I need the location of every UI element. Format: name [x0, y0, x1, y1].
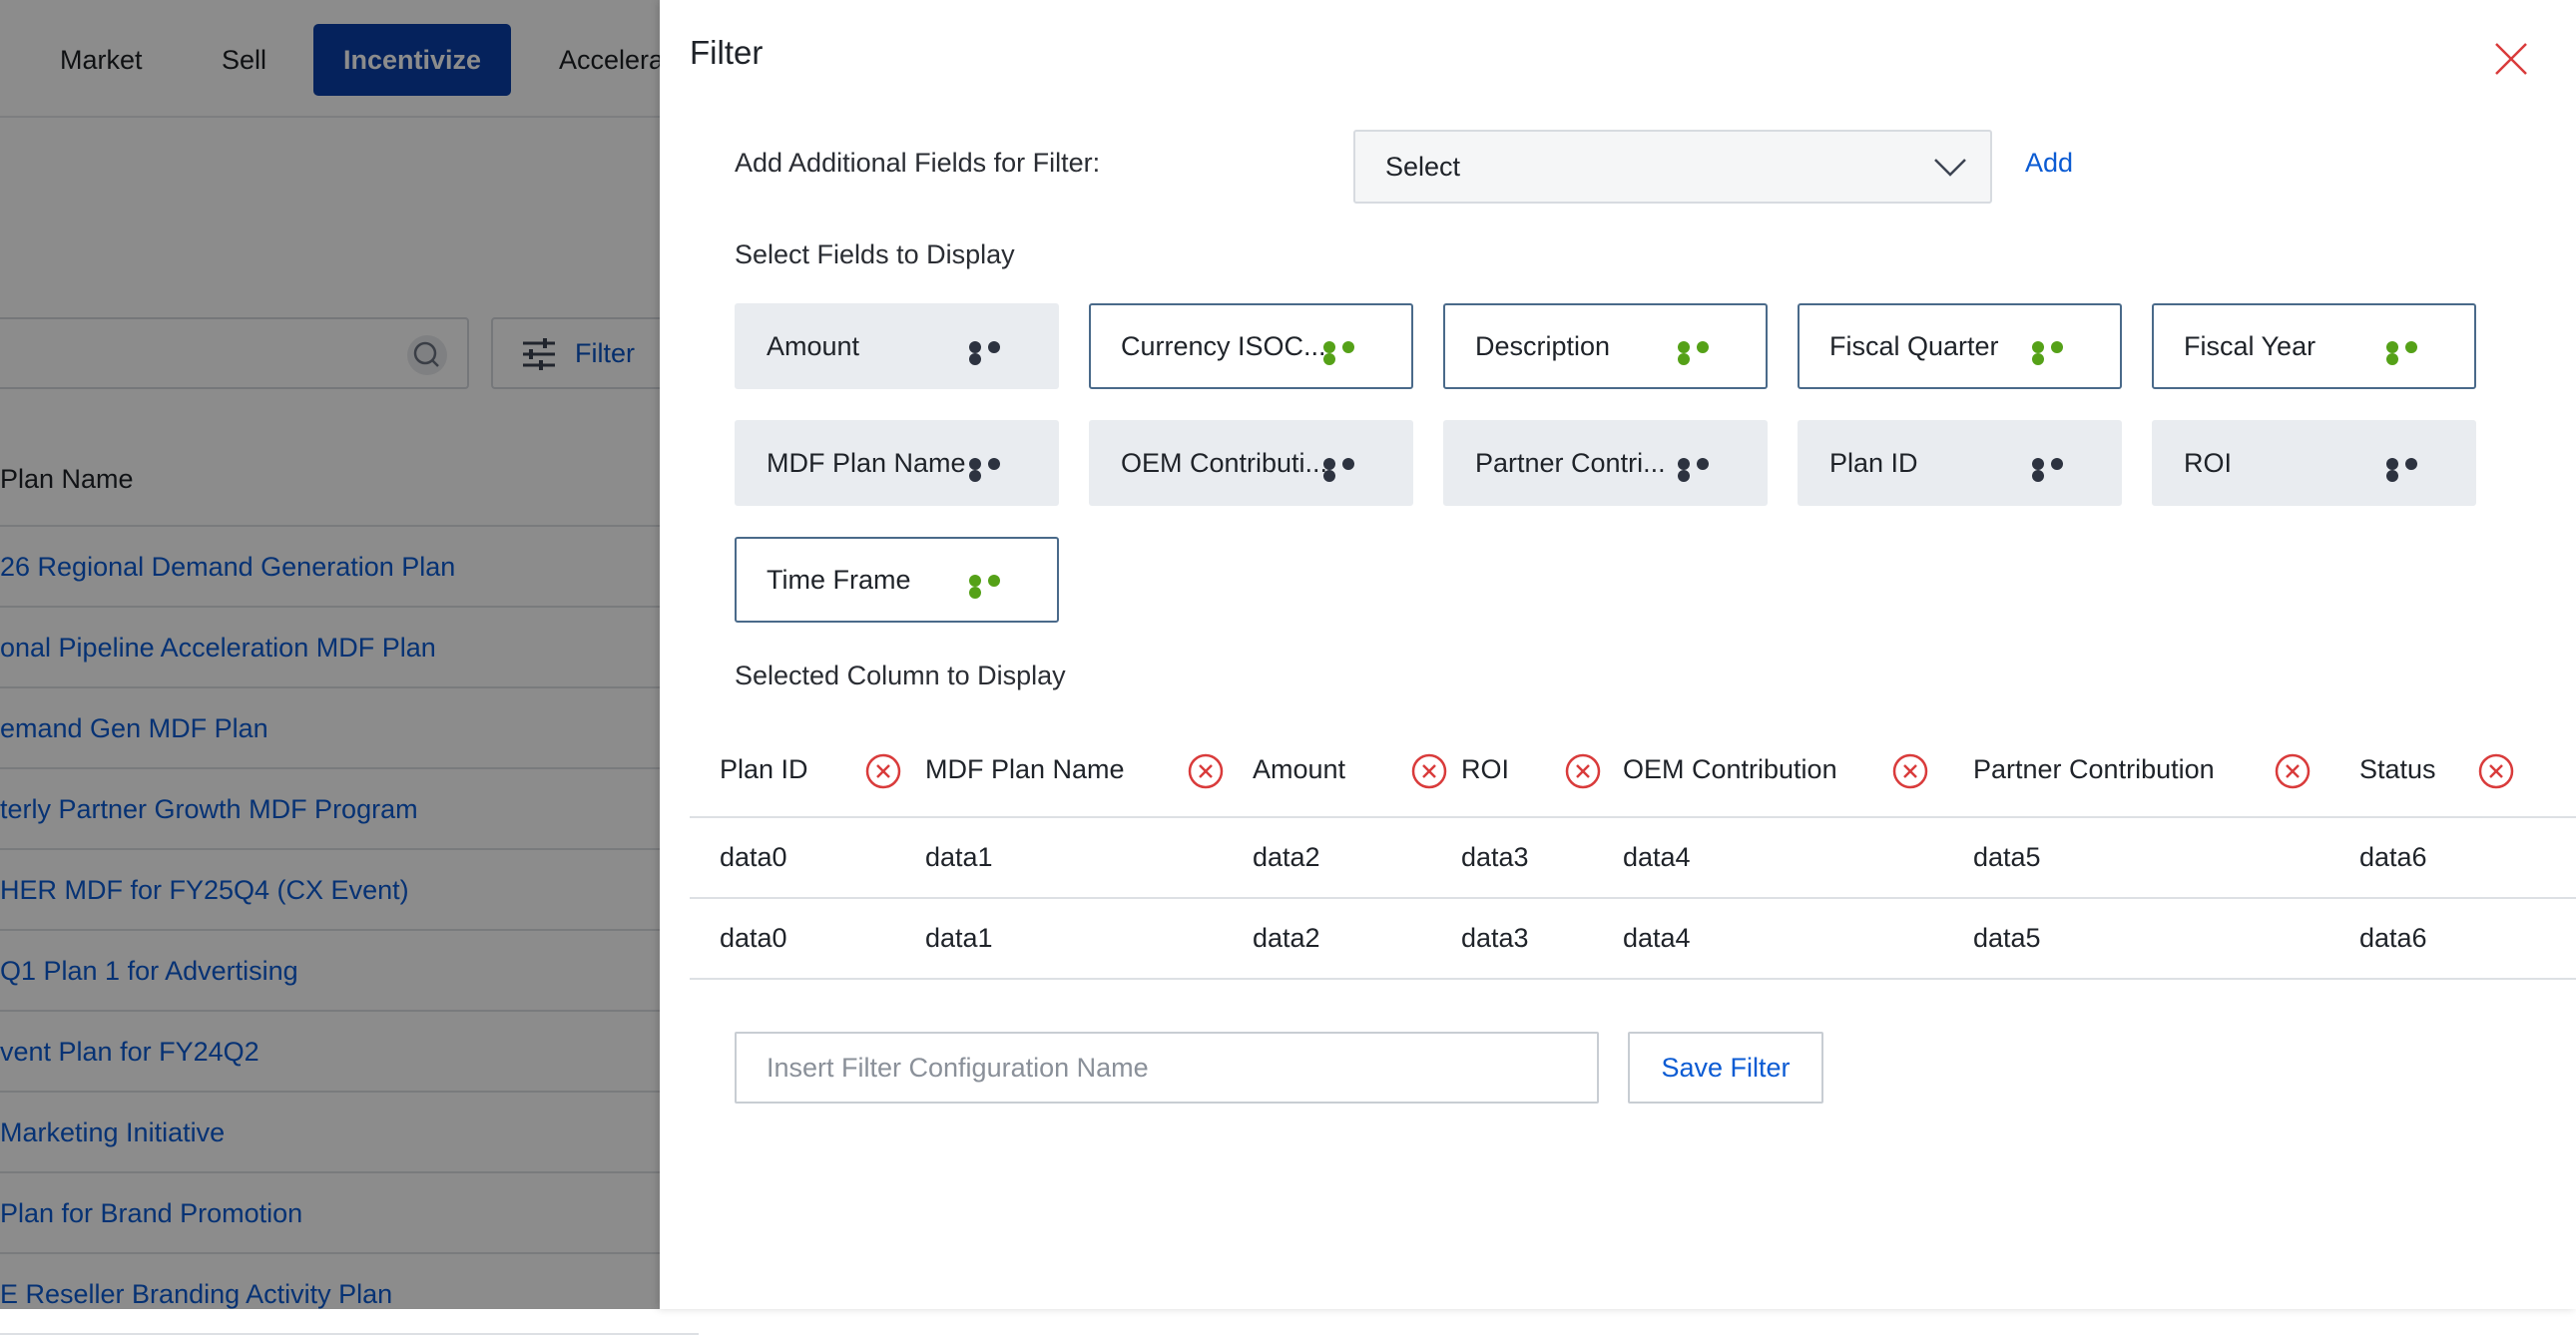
filter-config-name-input[interactable] [735, 1032, 1599, 1104]
remove-column-icon[interactable] [864, 752, 902, 790]
table-cell: data4 [1623, 923, 1691, 953]
modal-overlay[interactable] [0, 0, 660, 1309]
field-chip-fiscal-quarter[interactable]: Fiscal Quarter [1798, 303, 2122, 389]
field-chip-amount[interactable]: Amount [735, 303, 1059, 389]
table-cell: data2 [1253, 842, 1320, 872]
field-chip-description[interactable]: Description [1443, 303, 1768, 389]
remove-column-icon[interactable] [1187, 752, 1225, 790]
more-dots-icon[interactable] [1323, 458, 1377, 482]
field-chip-fiscal-year[interactable]: Fiscal Year [2152, 303, 2476, 389]
field-chip-currency[interactable]: Currency ISOC... [1089, 303, 1413, 389]
selected-columns-header: Plan ID MDF Plan Name Amount ROI OEM Con… [690, 728, 2576, 818]
field-chip-partner-contribution[interactable]: Partner Contri... [1443, 420, 1768, 506]
column-header: ROI [1461, 754, 1510, 784]
chevron-down-icon [1934, 159, 1966, 177]
column-header: MDF Plan Name [925, 754, 1125, 784]
remove-column-icon[interactable] [1564, 752, 1602, 790]
table-cell: data0 [720, 923, 787, 953]
more-dots-icon[interactable] [969, 575, 1023, 599]
more-dots-icon[interactable] [2386, 458, 2440, 482]
add-field-link[interactable]: Add [2025, 148, 2073, 179]
table-cell: data1 [925, 923, 993, 953]
table-cell: data3 [1461, 842, 1529, 872]
table-cell: data1 [925, 842, 993, 872]
table-cell: data0 [720, 842, 787, 872]
select-value: Select [1385, 152, 1461, 182]
column-header: Partner Contribution [1973, 754, 2215, 784]
field-chip-mdf-plan-name[interactable]: MDF Plan Name [735, 420, 1059, 506]
remove-column-icon[interactable] [1410, 752, 1448, 790]
more-dots-icon[interactable] [1678, 341, 1732, 365]
table-row: data0 data1 data2 data3 data4 data5 data… [690, 818, 2576, 899]
save-filter-button[interactable]: Save Filter [1628, 1032, 1823, 1104]
more-dots-icon[interactable] [2032, 341, 2086, 365]
field-select-dropdown[interactable]: Select [1353, 130, 1992, 204]
panel-title: Filter [690, 34, 764, 71]
remove-column-icon[interactable] [1891, 752, 1929, 790]
selected-columns-label: Selected Column to Display [735, 661, 1066, 690]
more-dots-icon[interactable] [1323, 341, 1377, 365]
table-cell: data3 [1461, 923, 1529, 953]
remove-column-icon[interactable] [2477, 752, 2515, 790]
close-icon[interactable] [2492, 40, 2530, 78]
column-header: OEM Contribution [1623, 754, 1837, 784]
more-dots-icon[interactable] [969, 341, 1023, 365]
column-header: Plan ID [720, 754, 808, 784]
table-cell: data6 [2359, 842, 2427, 872]
display-fields-label: Select Fields to Display [735, 239, 1015, 269]
add-fields-label: Add Additional Fields for Filter: [735, 148, 1101, 178]
column-header: Status [2359, 754, 2436, 784]
table-row: data0 data1 data2 data3 data4 data5 data… [690, 899, 2576, 980]
table-cell: data5 [1973, 923, 2041, 953]
more-dots-icon[interactable] [1678, 458, 1732, 482]
table-cell: data5 [1973, 842, 2041, 872]
filter-panel: Filter Add Additional Fields for Filter:… [660, 0, 2576, 1309]
more-dots-icon[interactable] [969, 458, 1023, 482]
remove-column-icon[interactable] [2274, 752, 2312, 790]
field-chip-oem-contribution[interactable]: OEM Contributi... [1089, 420, 1413, 506]
table-cell: data6 [2359, 923, 2427, 953]
more-dots-icon[interactable] [2032, 458, 2086, 482]
field-chip-roi[interactable]: ROI [2152, 420, 2476, 506]
table-cell: data4 [1623, 842, 1691, 872]
field-chip-plan-id[interactable]: Plan ID [1798, 420, 2122, 506]
field-chip-time-frame[interactable]: Time Frame [735, 537, 1059, 623]
column-header: Amount [1253, 754, 1346, 784]
table-cell: data2 [1253, 923, 1320, 953]
more-dots-icon[interactable] [2386, 341, 2440, 365]
